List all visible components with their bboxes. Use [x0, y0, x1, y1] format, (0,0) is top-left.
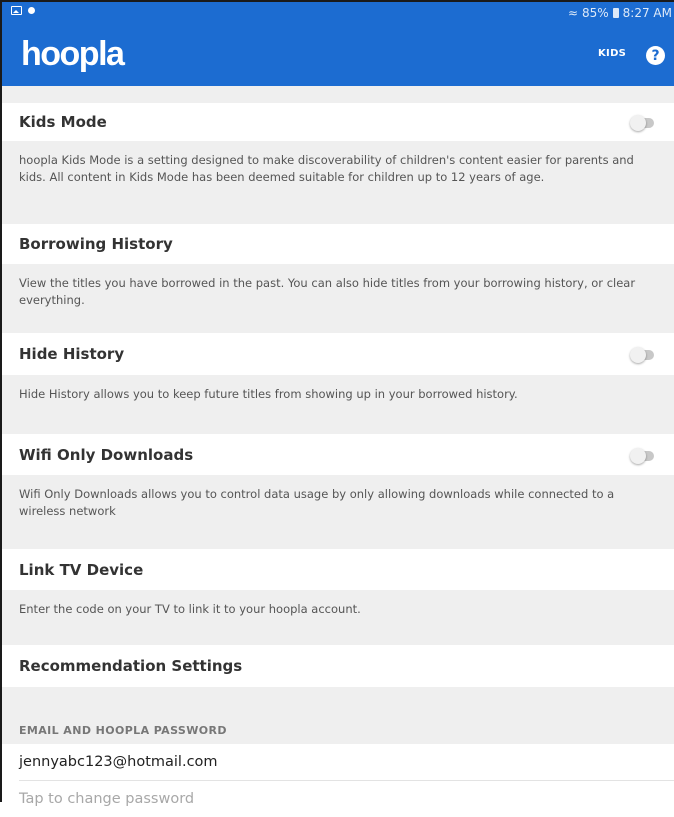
toggle-knob: [630, 347, 646, 363]
battery-icon: [612, 8, 619, 18]
setting-title: Kids Mode: [19, 113, 107, 131]
setting-description: Enter the code on your TV to link it to …: [2, 590, 674, 645]
spacer: [2, 212, 674, 224]
link-tv-device-row[interactable]: Link TV Device: [2, 549, 674, 590]
setting-title: Borrowing History: [19, 235, 173, 253]
toggle-knob: [630, 115, 646, 131]
kids-mode-row[interactable]: Kids Mode: [2, 103, 674, 141]
wifi-icon: ≈: [567, 6, 578, 20]
kids-mode-toggle[interactable]: [630, 115, 656, 131]
spacer: [2, 324, 674, 333]
hide-history-toggle[interactable]: [630, 347, 656, 363]
change-password-field[interactable]: Tap to change password: [2, 781, 674, 817]
email-field[interactable]: jennyabc123@hotmail.com: [2, 744, 674, 780]
setting-title: Hide History: [19, 345, 125, 363]
wifi-only-downloads-toggle[interactable]: [630, 447, 656, 464]
recommendation-settings-row[interactable]: Recommendation Settings: [2, 645, 674, 687]
setting-title: Recommendation Settings: [19, 657, 243, 675]
borrowing-history-row[interactable]: Borrowing History: [2, 224, 674, 264]
settings-list: Kids Mode hoopla Kids Mode is a setting …: [2, 86, 674, 817]
help-icon[interactable]: ?: [646, 46, 665, 65]
toggle-knob: [630, 447, 646, 464]
setting-description: Hide History allows you to keep future t…: [2, 375, 674, 434]
app-header: ≈ 85% 8:27 AM hoopla KIDS ?: [2, 2, 674, 86]
hide-history-row[interactable]: Hide History: [2, 333, 674, 375]
wifi-only-downloads-row[interactable]: Wifi Only Downloads: [2, 434, 674, 475]
kids-button[interactable]: KIDS: [598, 48, 626, 59]
clock: 8:27 AM: [622, 6, 672, 20]
setting-description: View the titles you have borrowed in the…: [2, 264, 674, 324]
battery-level: 85%: [582, 6, 609, 20]
account-section-header: EMAIL AND HOOPLA PASSWORD: [2, 687, 674, 744]
hoopla-logo[interactable]: hoopla: [21, 35, 125, 74]
setting-title: Link TV Device: [19, 560, 144, 579]
spacer: [2, 86, 674, 103]
setting-description: Wifi Only Downloads allows you to contro…: [2, 475, 674, 549]
setting-title: Wifi Only Downloads: [19, 445, 194, 464]
image-notification-icon: [11, 6, 22, 15]
setting-description: hoopla Kids Mode is a setting designed t…: [2, 141, 674, 212]
notification-dot-icon: [28, 7, 35, 14]
status-bar: ≈ 85% 8:27 AM: [2, 2, 674, 24]
